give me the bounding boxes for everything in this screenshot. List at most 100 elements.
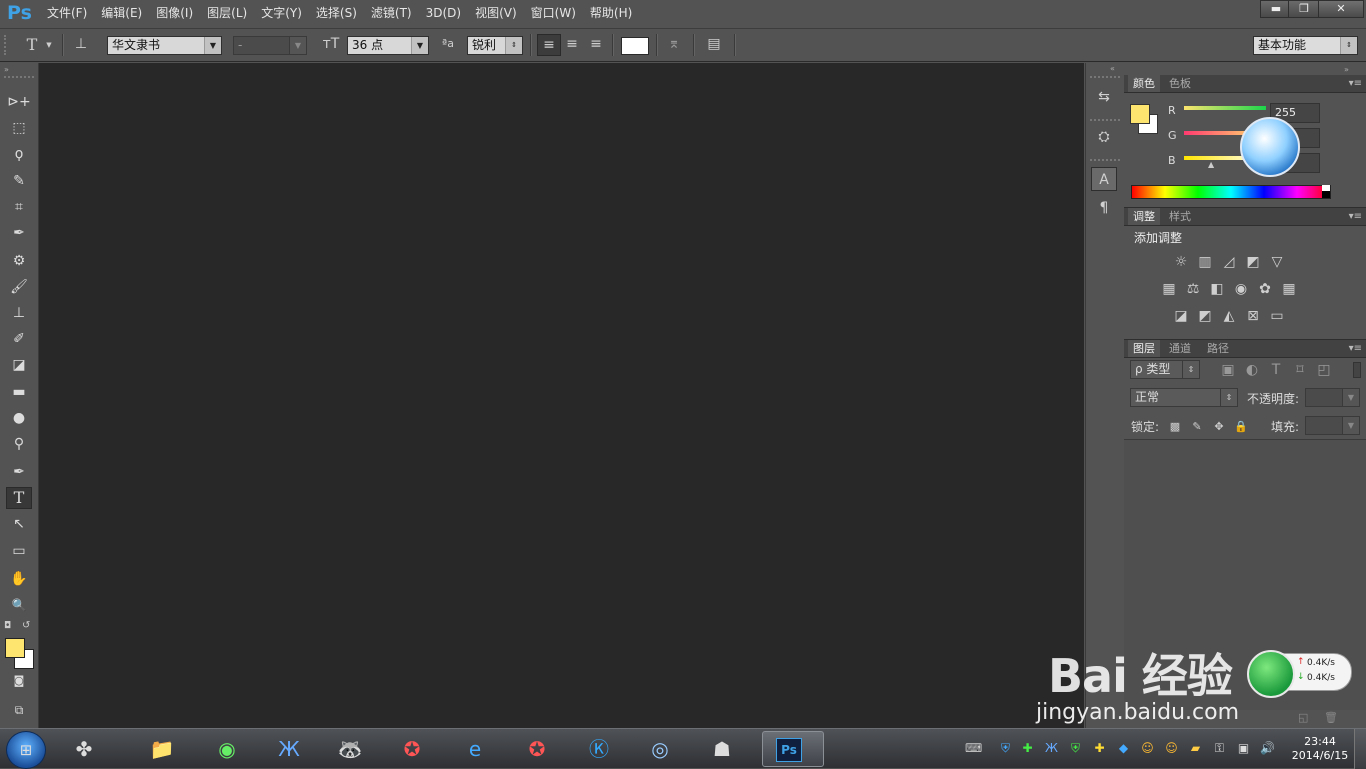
panel-menu-icon[interactable]: ▾≡ <box>1349 75 1362 92</box>
show-desktop-button[interactable] <box>1354 729 1366 769</box>
workspace-select[interactable]: 基本功能 ⇕ <box>1253 36 1358 55</box>
close-button[interactable]: ✕ <box>1318 0 1364 18</box>
folder-tray-icon[interactable]: ▰ <box>1188 741 1203 756</box>
taskbar-kugou-icon[interactable]: Ⓚ <box>573 732 625 766</box>
warp-text-icon[interactable]: ⌆ <box>663 34 685 54</box>
taskbar-rocket-icon[interactable]: ✪ <box>386 732 438 766</box>
taskbar-raccoon-icon[interactable]: 🦝 <box>324 732 376 766</box>
expand-panels-icon[interactable]: « <box>1110 64 1115 73</box>
tab-adjustments[interactable]: 调整 <box>1128 208 1160 225</box>
brightness-icon[interactable]: ☼ <box>1172 254 1190 270</box>
menu-layer[interactable]: 图层(L) <box>200 0 254 27</box>
menu-type[interactable]: 文字(Y) <box>254 0 309 27</box>
exposure-icon[interactable]: ◩ <box>1244 254 1262 270</box>
antialias-select[interactable]: 锐利 ⇕ <box>467 36 523 55</box>
gradient-map-icon[interactable]: ▭ <box>1268 308 1286 324</box>
vibrance-icon[interactable]: ▽ <box>1268 254 1286 270</box>
shield-icon[interactable]: ⛨ <box>998 741 1013 756</box>
menu-help[interactable]: 帮助(H) <box>583 0 639 27</box>
foreground-color-swatch[interactable] <box>5 638 25 658</box>
delete-layer-icon[interactable]: 🗑 <box>1324 711 1338 724</box>
lock-paint-icon[interactable]: ✎ <box>1188 419 1206 435</box>
photo-filter-icon[interactable]: ◉ <box>1232 281 1250 297</box>
tab-channels[interactable]: 通道 <box>1164 340 1196 357</box>
fill-field[interactable]: ▼ <box>1305 416 1360 435</box>
taskbar-rocket2-icon[interactable]: ✪ <box>511 732 563 766</box>
color-balance-icon[interactable]: ⚖ <box>1184 281 1202 297</box>
swap-colors-icon[interactable]: ↺ <box>22 620 30 631</box>
opacity-field[interactable]: ▼ <box>1305 388 1360 407</box>
security-tray-icon[interactable]: ⛨ <box>1068 741 1083 756</box>
pixel-filter-icon[interactable]: ▣ <box>1219 362 1237 378</box>
start-button-icon[interactable]: ⊞ <box>6 731 46 769</box>
taskbar-pinwheel-icon[interactable]: ✤ <box>58 732 110 766</box>
zoom-tool-icon[interactable]: 🔍 <box>6 594 32 616</box>
shape-tool-icon[interactable]: ▭ <box>6 540 32 562</box>
tab-color[interactable]: 颜色 <box>1128 75 1160 92</box>
usb-tray-icon[interactable]: ⚿ <box>1212 741 1227 756</box>
align-center-icon[interactable]: ≡ <box>561 34 583 54</box>
eyedropper-tool-icon[interactable]: ✒ <box>6 222 32 244</box>
paragraph-icon[interactable]: ¶ <box>1091 196 1117 220</box>
color-spectrum-ramp[interactable] <box>1131 185 1331 199</box>
menu-file[interactable]: 文件(F) <box>40 0 94 27</box>
align-right-icon[interactable]: ≡ <box>585 34 607 54</box>
preset-chevron-down-icon[interactable]: ▼ <box>44 35 54 55</box>
quick-mask-icon[interactable]: ◙ <box>6 670 32 692</box>
taskbar-green-browser-icon[interactable]: ◉ <box>201 732 253 766</box>
blend-mode-select[interactable]: 正常 ⇕ <box>1130 388 1238 407</box>
font-family-select[interactable]: 华文隶书 ▼ <box>107 36 222 55</box>
collapse-icon[interactable]: » <box>4 65 9 74</box>
move-tool-icon[interactable]: ⊳+ <box>6 91 32 113</box>
lock-all-icon[interactable]: 🔒 <box>1232 419 1250 435</box>
character-icon[interactable]: A <box>1091 167 1117 191</box>
posterize-icon[interactable]: ◩ <box>1196 308 1214 324</box>
hand-tool-icon[interactable]: ✋ <box>6 568 32 590</box>
black-swatch[interactable] <box>1322 191 1330 198</box>
shape-filter-icon[interactable]: ⌑ <box>1291 362 1309 378</box>
filter-toggle[interactable] <box>1353 362 1361 378</box>
clone-stamp-tool-icon[interactable]: ⊥ <box>6 302 32 324</box>
collapse-icon[interactable]: » <box>1344 65 1349 74</box>
brush-tool-icon[interactable]: 🖌 <box>6 276 32 298</box>
plus-yellow-icon[interactable]: ✚ <box>1092 741 1107 756</box>
invert-icon[interactable]: ◪ <box>1172 308 1190 324</box>
blur-tool-icon[interactable]: ● <box>6 407 32 429</box>
network-tray-icon[interactable]: ▣ <box>1236 741 1251 756</box>
gradient-tool-icon[interactable]: ▬ <box>6 381 32 403</box>
menu-image[interactable]: 图像(I) <box>149 0 200 27</box>
history-brush-tool-icon[interactable]: ✐ <box>6 328 32 350</box>
document-canvas-area[interactable] <box>39 63 1084 728</box>
new-layer-icon[interactable]: ◱ <box>1298 711 1308 724</box>
taskbar-photoshop-button[interactable]: Ps <box>762 731 824 767</box>
text-orientation-icon[interactable]: ⊥ <box>70 34 92 54</box>
path-selection-tool-icon[interactable]: ↖ <box>6 513 32 535</box>
levels-icon[interactable]: ▥ <box>1196 254 1214 270</box>
bluetooth-tray-icon[interactable]: ◆ <box>1116 741 1131 756</box>
qq2-tray-icon[interactable]: ☺ <box>1164 741 1179 756</box>
system-clock[interactable]: 23:44 2014/6/15 <box>1290 735 1350 763</box>
restore-button[interactable]: ❐ <box>1288 0 1320 18</box>
layer-filter-kind-select[interactable]: ρ 类型 ⇕ <box>1130 360 1200 379</box>
taskbar-explorer-icon[interactable]: 📁 <box>136 732 188 766</box>
panel-menu-icon[interactable]: ▾≡ <box>1349 208 1362 225</box>
dodge-tool-icon[interactable]: ⚲ <box>6 433 32 455</box>
taskbar-ie-icon[interactable]: e <box>449 732 501 766</box>
butterfly-tray-icon[interactable]: Ж <box>1044 741 1059 756</box>
menu-edit[interactable]: 编辑(E) <box>94 0 149 27</box>
lock-transparent-icon[interactable]: ▩ <box>1166 419 1184 435</box>
taskbar-weibo-icon[interactable]: ◎ <box>634 732 686 766</box>
menu-3d[interactable]: 3D(D) <box>419 0 468 27</box>
font-style-select[interactable]: - ▼ <box>233 36 307 55</box>
lasso-tool-icon[interactable]: ϙ <box>6 143 32 165</box>
keyboard-icon[interactable]: ⌨ <box>965 741 982 756</box>
tab-layers[interactable]: 图层 <box>1128 340 1160 357</box>
eraser-tool-icon[interactable]: ◪ <box>6 354 32 376</box>
network-speed-widget[interactable]: ↑ ↓ 0.4K/s 0.4K/s <box>1247 650 1352 698</box>
hue-saturation-icon[interactable]: ▦ <box>1160 281 1178 297</box>
qq-tray-icon[interactable]: ☺ <box>1140 741 1155 756</box>
panel-menu-icon[interactable]: ▾≡ <box>1349 340 1362 357</box>
menu-select[interactable]: 选择(S) <box>309 0 364 27</box>
type-tool-preset-icon[interactable]: T <box>20 34 44 56</box>
character-panel-icon[interactable]: ▤ <box>703 34 725 54</box>
